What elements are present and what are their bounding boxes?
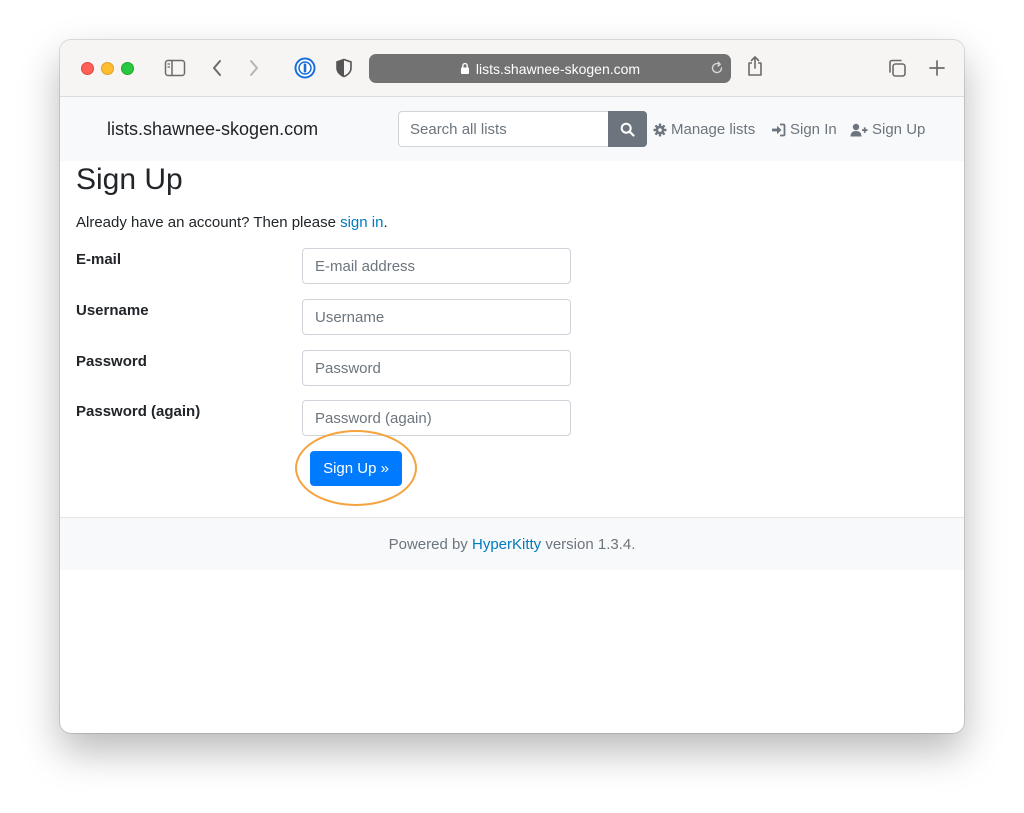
close-window-button[interactable] xyxy=(81,62,94,75)
browser-toolbar: lists.shawnee-skogen.com xyxy=(60,40,964,97)
username-field[interactable] xyxy=(302,299,571,335)
password-field[interactable] xyxy=(302,350,571,386)
sidebar-icon[interactable] xyxy=(163,56,187,80)
already-account-prefix: Already have an account? Then please xyxy=(76,214,341,231)
sign-in-link[interactable]: Sign In xyxy=(771,121,837,138)
share-icon[interactable] xyxy=(743,54,767,78)
browser-window: lists.shawnee-skogen.com lists.shawnee-s… xyxy=(60,40,964,733)
manage-lists-link[interactable]: Manage lists xyxy=(653,121,755,138)
password-label: Password xyxy=(76,353,147,370)
search-button[interactable] xyxy=(608,111,647,147)
password-again-label: Password (again) xyxy=(76,403,201,420)
lock-icon xyxy=(460,62,470,75)
site-footer: Powered by HyperKitty version 1.3.4. xyxy=(60,517,964,570)
sign-in-icon xyxy=(772,123,786,136)
sign-up-submit-button[interactable]: Sign Up » xyxy=(310,451,402,486)
shield-icon[interactable] xyxy=(332,56,356,80)
sign-in-label: Sign In xyxy=(790,121,837,138)
manage-lists-label: Manage lists xyxy=(671,121,756,138)
1password-icon[interactable] xyxy=(293,56,317,80)
page-title: Sign Up xyxy=(76,163,183,196)
user-plus-icon xyxy=(850,123,868,136)
already-account-text: Already have an account? Then please sig… xyxy=(76,214,388,231)
sign-up-label: Sign Up xyxy=(872,121,926,138)
zoom-window-button[interactable] xyxy=(121,62,134,75)
reload-icon[interactable] xyxy=(710,61,724,75)
search-icon xyxy=(620,122,635,137)
site-brand-link[interactable]: lists.shawnee-skogen.com xyxy=(107,119,318,140)
sign-in-inline-link[interactable]: sign in xyxy=(340,214,383,231)
address-bar[interactable]: lists.shawnee-skogen.com xyxy=(369,54,731,83)
sign-up-link[interactable]: Sign Up xyxy=(850,121,925,138)
chevron-right-icon[interactable] xyxy=(242,56,266,80)
footer-suffix: version 1.3.4. xyxy=(541,535,636,553)
site-navbar: lists.shawnee-skogen.com Manage lists Si… xyxy=(60,97,964,161)
tabs-overview-icon[interactable] xyxy=(885,56,909,80)
search-input[interactable] xyxy=(398,111,609,147)
gear-icon xyxy=(653,123,667,136)
plus-icon[interactable] xyxy=(925,56,949,80)
address-text: lists.shawnee-skogen.com xyxy=(475,60,641,77)
email-label: E-mail xyxy=(76,251,122,268)
username-label: Username xyxy=(76,302,149,319)
minimize-window-button[interactable] xyxy=(101,62,114,75)
footer-prefix: Powered by xyxy=(388,535,472,553)
hyperkitty-link[interactable]: HyperKitty xyxy=(472,536,541,553)
already-account-suffix: . xyxy=(383,214,388,231)
chevron-left-icon[interactable] xyxy=(205,56,229,80)
email-field[interactable] xyxy=(302,248,571,284)
